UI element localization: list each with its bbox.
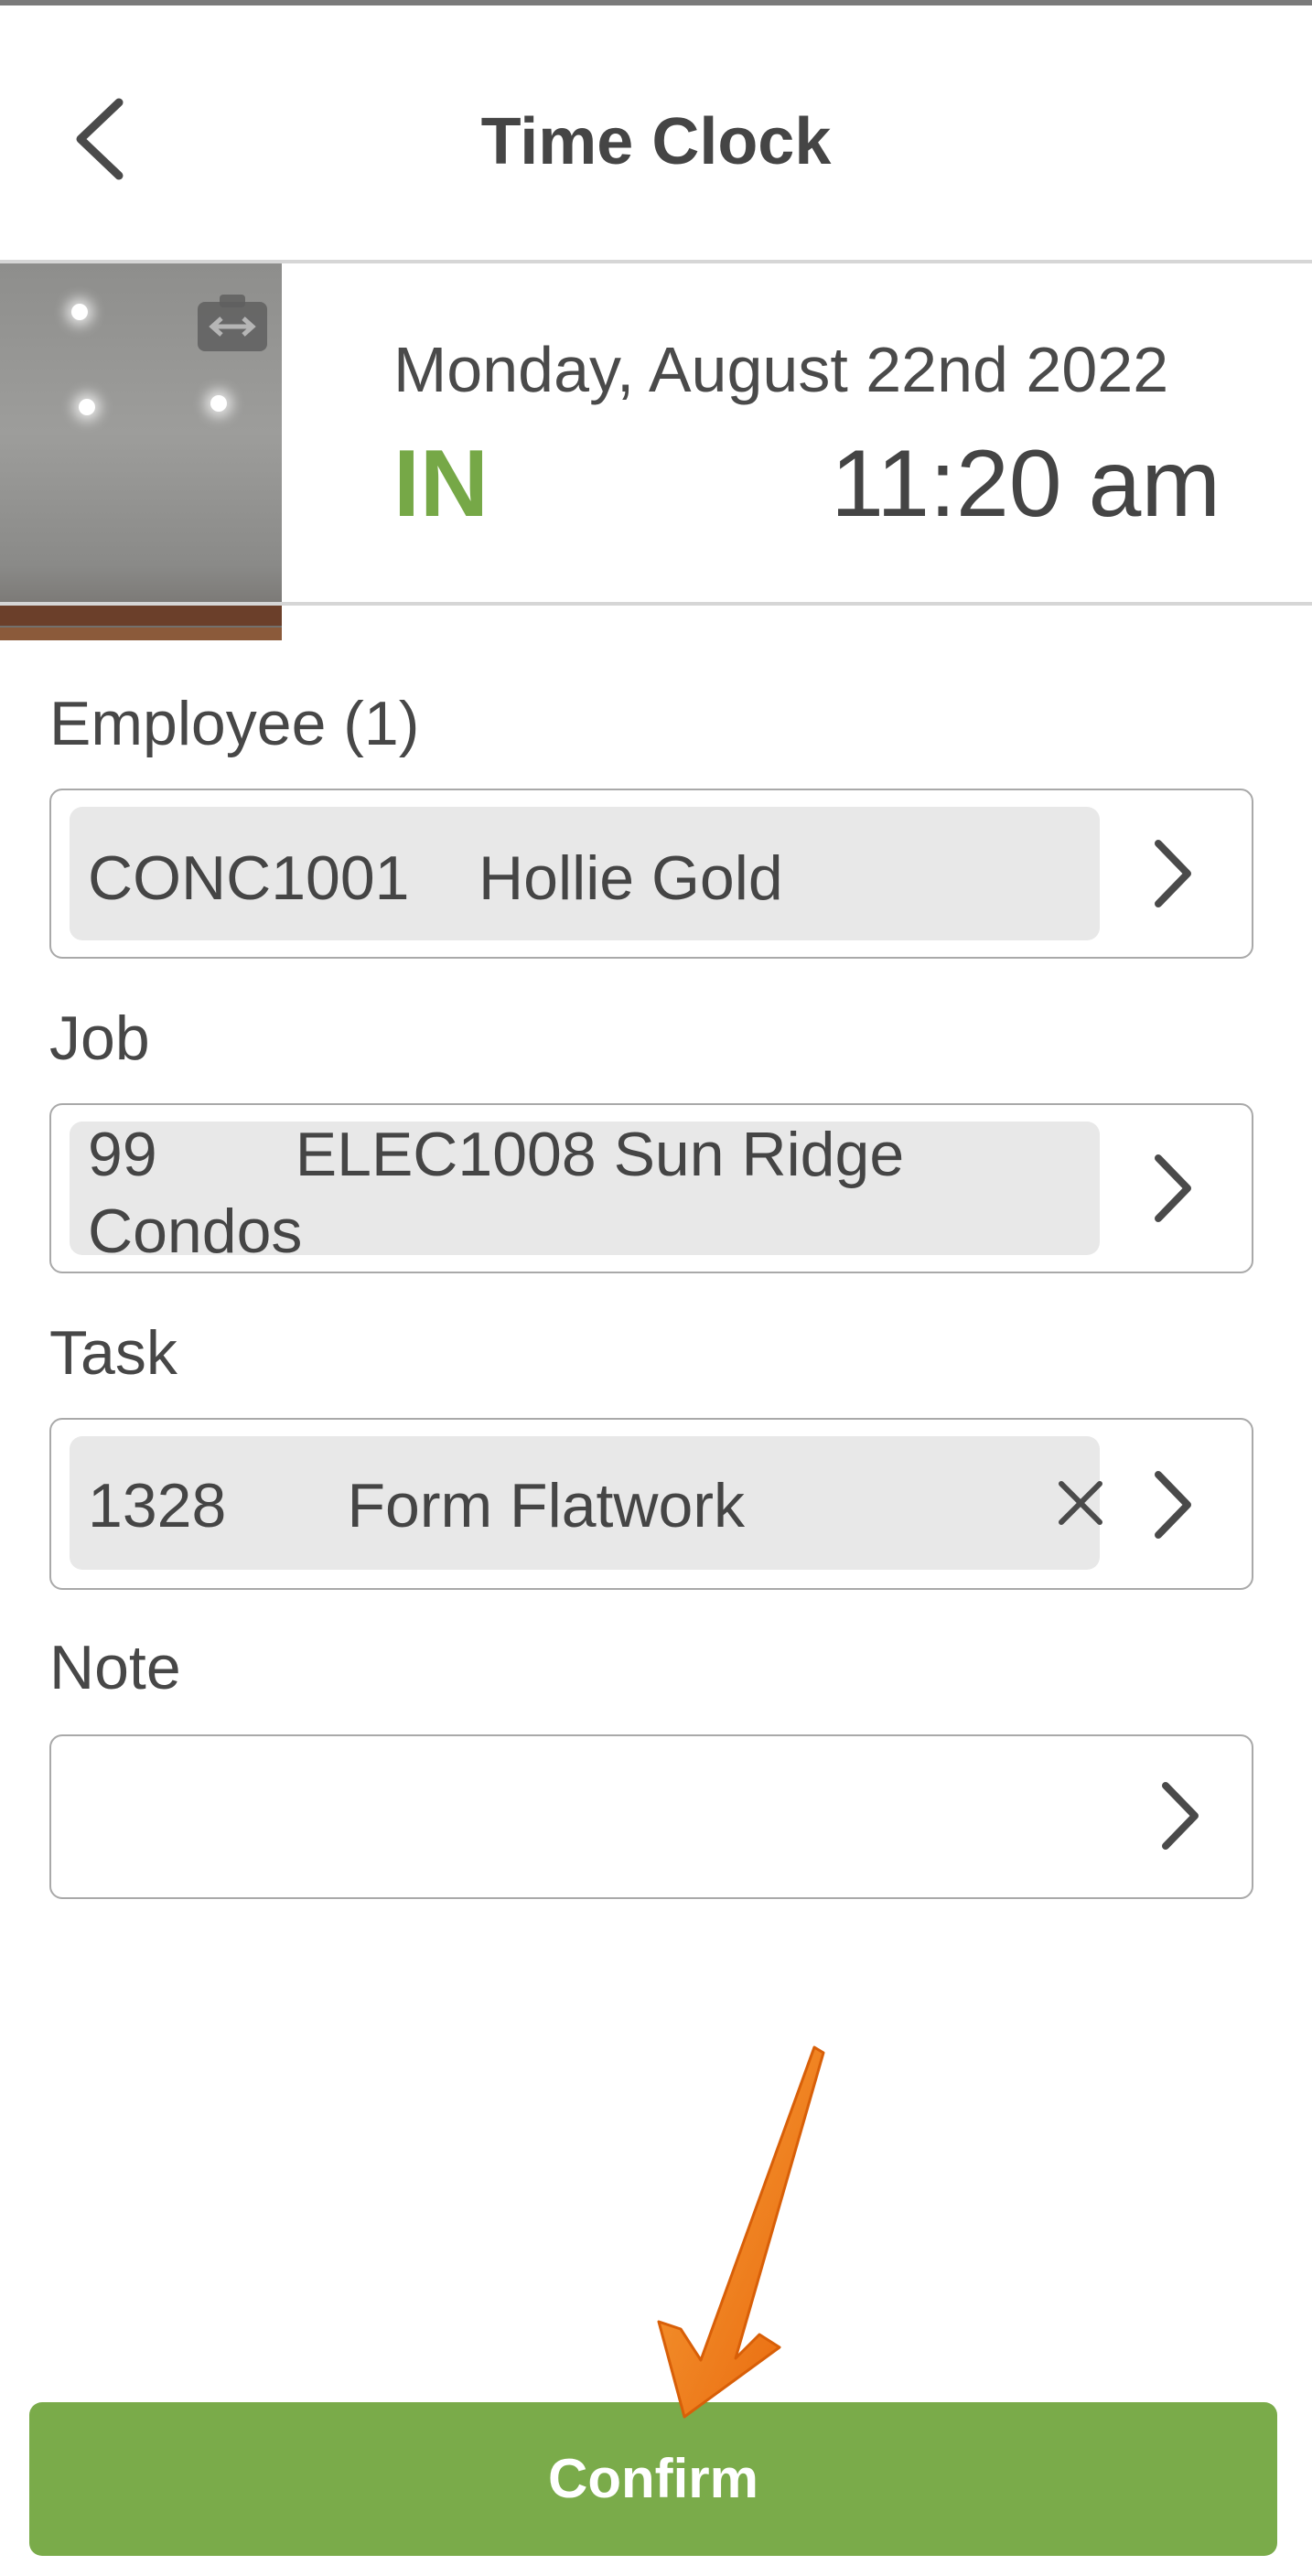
job-field[interactable]: 99 ELEC1008 Sun Ridge Condos: [49, 1103, 1253, 1273]
ceiling-light: [210, 395, 227, 412]
page-title: Time Clock: [480, 105, 832, 178]
camera-switch-button[interactable]: [196, 293, 269, 353]
employee-label: Employee (1): [49, 689, 420, 758]
job-value-line1: 99 ELEC1008 Sun Ridge: [88, 1120, 905, 1189]
summary-divider: [0, 602, 1312, 606]
task-value: 1328 Form Flatwork: [88, 1471, 745, 1540]
job-value-line2: Condos: [88, 1197, 303, 1266]
app-header: Time Clock: [0, 5, 1312, 260]
photo-beam: [0, 628, 282, 640]
employee-chip: CONC1001 Hollie Gold: [70, 807, 1100, 940]
camera-switch-icon: [198, 295, 267, 351]
note-label: Note: [49, 1633, 181, 1702]
employee-value: CONC1001 Hollie Gold: [88, 843, 783, 913]
clear-x-icon[interactable]: [1049, 1471, 1113, 1535]
clock-status: IN: [393, 431, 489, 537]
clock-time: 11:20 am: [831, 431, 1221, 537]
employee-field[interactable]: CONC1001 Hollie Gold: [49, 789, 1253, 959]
chevron-right-icon[interactable]: [1145, 832, 1200, 915]
task-field[interactable]: 1328 Form Flatwork: [49, 1418, 1253, 1590]
task-label: Task: [49, 1318, 177, 1388]
chevron-right-icon[interactable]: [1145, 1464, 1200, 1546]
chevron-right-icon[interactable]: [1153, 1775, 1208, 1857]
annotation-arrow-icon: [657, 2045, 825, 2419]
ceiling-light: [79, 399, 95, 415]
chevron-right-icon[interactable]: [1145, 1147, 1200, 1229]
camera-preview: [0, 263, 282, 640]
job-label: Job: [49, 1004, 150, 1073]
task-chip: 1328 Form Flatwork: [70, 1436, 1100, 1570]
job-chip: 99 ELEC1008 Sun Ridge Condos: [70, 1120, 1100, 1266]
note-field[interactable]: [49, 1734, 1253, 1899]
ceiling-light: [71, 304, 88, 320]
clock-date: Monday, August 22nd 2022: [393, 334, 1169, 405]
